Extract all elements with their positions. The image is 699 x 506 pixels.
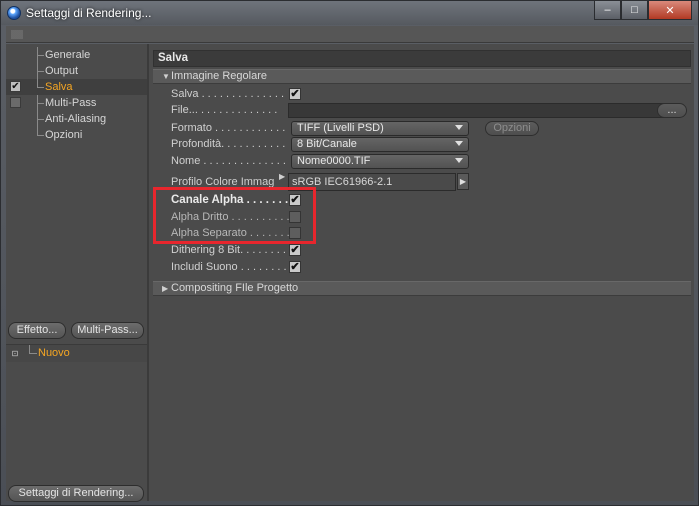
tree-branch <box>37 79 44 88</box>
row-includi-suono: Includi Suono . . . . . . . . . ✔ <box>171 260 691 276</box>
menu-bar <box>6 26 694 43</box>
profile-arrow-button[interactable]: ▶ <box>457 173 469 190</box>
render-settings-list: ⊡ Nuovo <box>6 344 147 362</box>
grip-icon[interactable] <box>11 30 23 39</box>
sidebar-item-output[interactable]: Output <box>6 63 147 79</box>
effect-button[interactable]: Effetto... <box>8 322 66 339</box>
opzioni-button[interactable]: Opzioni <box>485 121 539 136</box>
group-label: Compositing FIle Progetto <box>171 282 299 294</box>
collapse-arrow-icon: ▶ <box>162 284 169 293</box>
group-immagine-regolare[interactable]: ▼ Immagine Regolare <box>153 69 691 84</box>
sidebar-item-opzioni[interactable]: Opzioni <box>6 127 147 143</box>
row-dithering: Dithering 8 Bit. . . . . . . . ✔ <box>171 243 691 259</box>
sidebar-item-salva[interactable]: ✔ Salva <box>6 79 147 95</box>
window-title: Settaggi di Rendering... <box>26 6 152 20</box>
close-button[interactable]: ✕ <box>648 1 692 20</box>
settings-tree: Generale Output ✔ Salva Multi-Pass Anti-… <box>6 47 147 143</box>
small-triangle-icon[interactable]: ▶ <box>279 172 285 181</box>
sidebar-item-anti-aliasing[interactable]: Anti-Aliasing <box>6 111 147 127</box>
client-area: Generale Output ✔ Salva Multi-Pass Anti-… <box>6 44 694 502</box>
sidebar-item-label: Multi-Pass <box>45 97 97 109</box>
nome-dropdown[interactable]: Nome0000.TIF <box>291 154 469 169</box>
nome-value: Nome0000.TIF <box>297 155 371 167</box>
tree-branch <box>29 345 37 354</box>
minimize-button[interactable]: – <box>594 1 621 20</box>
group-label: Immagine Regolare <box>171 70 267 82</box>
left-panel: Generale Output ✔ Salva Multi-Pass Anti-… <box>6 44 149 502</box>
formato-dropdown[interactable]: TIFF (Livelli PSD) <box>291 121 469 136</box>
node-icon[interactable]: ⊡ <box>10 349 20 359</box>
browse-button[interactable]: ... <box>657 103 687 118</box>
chevron-down-icon <box>455 125 463 130</box>
section-header: Salva <box>153 50 691 67</box>
row-file: File... . . . . . . . . . . . . . ... <box>171 103 691 119</box>
chevron-down-icon <box>455 158 463 163</box>
render-settings-window: Settaggi di Rendering... – □ ✕ Generale … <box>0 0 699 506</box>
profondita-value: 8 Bit/Canale <box>297 138 357 150</box>
field-label: Profondità. . . . . . . . . . . <box>171 138 286 150</box>
field-label: Nome . . . . . . . . . . . . . . <box>171 155 286 167</box>
includi-suono-checkbox[interactable]: ✔ <box>289 261 301 273</box>
expand-arrow-icon: ▼ <box>162 72 170 81</box>
row-formato: Formato . . . . . . . . . . . . TIFF (Li… <box>171 121 691 137</box>
salva-enable-checkbox[interactable]: ✔ <box>10 81 21 92</box>
tree-branch <box>37 47 44 56</box>
row-nome: Nome . . . . . . . . . . . . . . Nome000… <box>171 154 691 170</box>
cinema4d-icon <box>7 6 21 20</box>
group-compositing[interactable]: ▶ Compositing FIle Progetto <box>153 281 691 296</box>
sidebar-item-label: Anti-Aliasing <box>45 113 107 125</box>
right-panel: Salva ▼ Immagine Regolare Salva . . . . … <box>151 44 694 501</box>
render-settings-button[interactable]: Settaggi di Rendering... <box>8 485 144 502</box>
row-profondita: Profondità. . . . . . . . . . . 8 Bit/Ca… <box>171 137 691 153</box>
title-bar[interactable]: Settaggi di Rendering... – □ ✕ <box>1 1 698 25</box>
settings-item-nuovo[interactable]: Nuovo <box>38 347 70 359</box>
multipass-enable-checkbox[interactable] <box>10 97 21 108</box>
file-path-field[interactable] <box>288 103 672 118</box>
sidebar-item-label: Salva <box>45 81 73 93</box>
tree-branch <box>37 63 44 72</box>
profondita-dropdown[interactable]: 8 Bit/Canale <box>291 137 469 152</box>
field-label: File... . . . . . . . . . . . . . <box>171 104 278 116</box>
maximize-button[interactable]: □ <box>621 1 648 20</box>
formato-value: TIFF (Livelli PSD) <box>297 122 384 134</box>
highlight-box <box>153 187 316 244</box>
tree-branch <box>37 127 44 136</box>
sidebar-item-multi-pass[interactable]: Multi-Pass <box>6 95 147 111</box>
salva-checkbox[interactable]: ✔ <box>289 88 301 100</box>
sidebar-item-label: Output <box>45 65 79 77</box>
row-salva: Salva . . . . . . . . . . . . . . ✔ <box>171 87 691 103</box>
field-label: Formato . . . . . . . . . . . . <box>171 122 286 134</box>
sidebar-item-generale[interactable]: Generale <box>6 47 147 63</box>
tree-branch <box>37 95 44 104</box>
sidebar-item-label: Generale <box>45 49 91 61</box>
tree-branch <box>37 111 44 120</box>
section-title: Salva <box>158 52 189 64</box>
field-label: Salva . . . . . . . . . . . . . . <box>171 88 285 100</box>
chevron-down-icon <box>455 141 463 146</box>
multi-pass-button[interactable]: Multi-Pass... <box>71 322 144 339</box>
dithering-checkbox[interactable]: ✔ <box>289 244 301 256</box>
field-label: Includi Suono . . . . . . . . . <box>171 261 291 273</box>
field-label: Dithering 8 Bit. . . . . . . . <box>171 244 286 256</box>
sidebar-item-label: Opzioni <box>45 129 83 141</box>
